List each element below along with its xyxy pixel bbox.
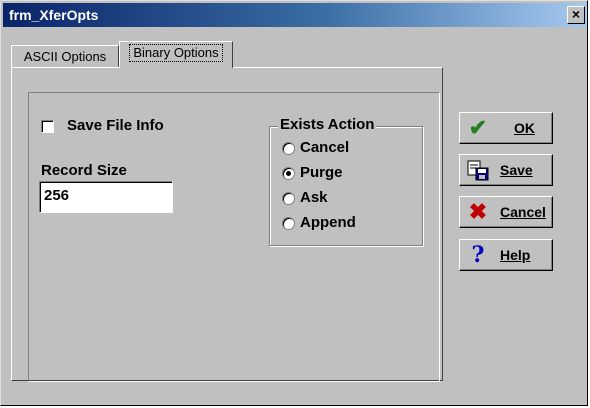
save-file-info-checkbox[interactable]: [41, 120, 54, 133]
radio-button[interactable]: [282, 192, 295, 205]
tab-binary-label: Binary Options: [129, 44, 223, 62]
dialog-window: frm_XferOpts × ASCII Options Binary Opti…: [0, 0, 588, 406]
tab-ascii-label: ASCII Options: [23, 49, 107, 64]
radio-purge-label: Purge: [300, 164, 343, 181]
help-label: Help: [500, 247, 531, 263]
save-button[interactable]: Save: [459, 154, 553, 186]
close-button[interactable]: ×: [567, 6, 585, 24]
radio-button[interactable]: [282, 142, 295, 155]
tab-binary-options[interactable]: Binary Options: [119, 41, 233, 68]
title-bar[interactable]: frm_XferOpts ×: [3, 3, 587, 27]
ok-label: OK: [514, 120, 535, 136]
save-file-info-label: Save File Info: [67, 117, 164, 134]
x-icon: ✖: [468, 199, 488, 224]
exists-action-group: Exists Action Cancel Purge Ask Append: [269, 116, 423, 246]
record-size-input[interactable]: 256: [39, 181, 173, 213]
close-icon: ×: [571, 6, 581, 22]
radio-ask-label: Ask: [300, 189, 328, 206]
question-icon: ?: [471, 242, 485, 268]
radio-cancel-label: Cancel: [300, 139, 350, 156]
cancel-button[interactable]: ✖ Cancel: [459, 196, 553, 228]
window-title: frm_XferOpts: [9, 7, 99, 23]
help-button[interactable]: ? Help: [459, 239, 553, 271]
tab-panel-binary-options: Save File Info Record Size 256 Exists Ac…: [11, 67, 443, 382]
radio-button[interactable]: [282, 217, 295, 230]
ok-button[interactable]: ✔ OK: [459, 112, 553, 144]
options-frame: Save File Info Record Size 256 Exists Ac…: [28, 92, 440, 382]
checkmark-icon: ✔: [468, 115, 488, 140]
save-icon: [466, 159, 490, 181]
radio-append-label: Append: [300, 214, 356, 231]
exists-action-title: Exists Action: [278, 116, 377, 133]
save-label: Save: [500, 162, 533, 178]
radio-button[interactable]: [282, 167, 295, 180]
tab-ascii-options[interactable]: ASCII Options: [11, 45, 119, 67]
radio-selected-dot: [286, 171, 291, 176]
record-size-label: Record Size: [41, 162, 127, 179]
cancel-label: Cancel: [500, 204, 546, 220]
